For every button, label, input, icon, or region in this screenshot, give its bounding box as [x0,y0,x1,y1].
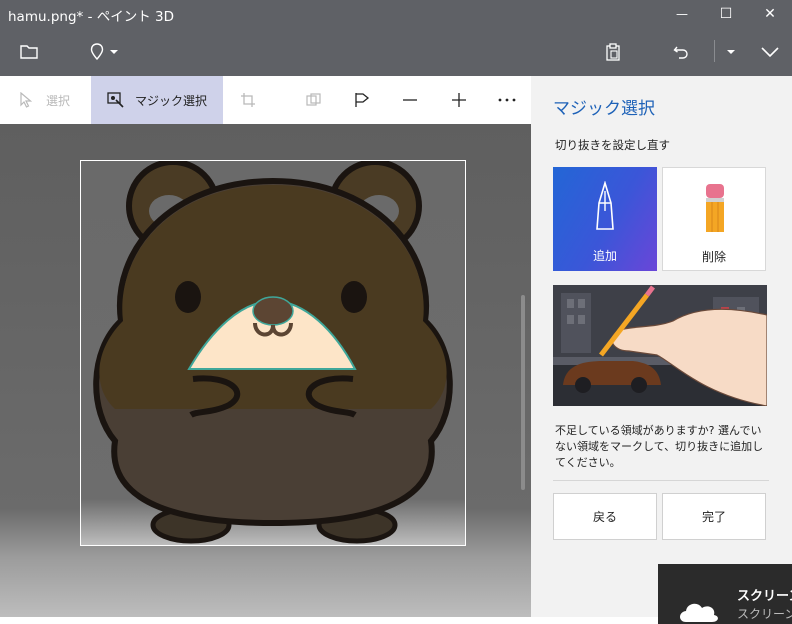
tutorial-illustration [553,285,767,406]
back-button[interactable]: 戻る [553,493,657,540]
remove-button[interactable]: 削除 [662,167,766,271]
crop-icon [241,93,255,107]
divider [714,40,715,62]
zoom-in-button[interactable] [443,76,475,124]
undo-icon [673,46,688,59]
panel-title: マジック選択 [553,99,655,119]
image-canvas[interactable] [80,159,466,546]
back-label: 戻る [592,510,617,524]
eraser-icon [706,184,724,232]
chevron-down-icon [109,49,118,54]
tool-bar: 選択 マジック選択 [0,76,531,125]
location-pin-icon [90,42,103,60]
history-dropdown-button[interactable] [718,27,744,76]
toast-title: スクリーン [737,589,792,604]
magic-select-label: マジック選択 [134,93,207,108]
vertical-scrollbar[interactable] [521,295,525,490]
expand-button[interactable] [752,27,788,76]
help-text: 不足している領域がありますか? 選んでいない領域をマークして、切り抜きに追加して… [555,424,764,469]
panel-subtitle: 切り抜きを設定し直す [555,138,670,152]
minimize-icon: — [676,6,688,21]
add-label: 追加 [592,249,617,263]
more-button[interactable] [491,76,523,124]
flag-tool[interactable] [346,76,378,124]
dropdown-icon [727,49,735,54]
flag-icon [355,93,370,107]
paste-icon [606,42,620,61]
cursor-icon [20,92,32,108]
title-bar: hamu.png* - ペイント 3D — ☐ ✕ [0,0,792,27]
divider [553,480,769,481]
select-tool-label: 選択 [45,93,70,108]
magic-select-panel: マジック選択 切り抜きを設定し直す 追加 削除 不足している領域がありますか? … [531,76,792,624]
close-icon: ✕ [764,5,776,22]
more-icon [498,98,516,102]
window-title: hamu.png* - ペイント 3D [8,9,175,25]
undo-button[interactable] [664,27,698,76]
crop-tool[interactable] [232,76,264,124]
maximize-icon: ☐ [719,5,733,22]
magic-select-tool[interactable]: マジック選択 [91,76,223,124]
zoom-out-button[interactable] [394,76,426,124]
sticker-dropdown-button[interactable] [84,27,124,76]
done-button[interactable]: 完了 [662,493,766,540]
minus-icon [403,99,417,101]
notification-toast[interactable]: スクリーン スクリーン [658,564,792,624]
toast-subtitle: スクリーン [737,607,792,621]
paste-button[interactable] [597,27,629,76]
close-button[interactable]: ✕ [748,0,792,27]
remove-label: 削除 [701,250,726,264]
plus-icon [452,93,466,107]
copy-tool[interactable] [298,76,330,124]
done-label: 完了 [701,510,726,524]
add-button[interactable]: 追加 [553,167,657,271]
magic-select-icon [107,92,124,108]
expand-icon [761,46,779,57]
maximize-button[interactable]: ☐ [704,0,748,27]
pen-icon [596,181,614,230]
command-bar [0,27,792,76]
folder-icon [20,44,38,59]
cloud-icon [680,603,718,622]
select-tool[interactable]: 選択 [0,76,90,124]
copy-icon [306,93,321,106]
menu-button[interactable] [12,27,46,76]
hamster-image [81,159,465,545]
minimize-button[interactable]: — [660,0,704,27]
